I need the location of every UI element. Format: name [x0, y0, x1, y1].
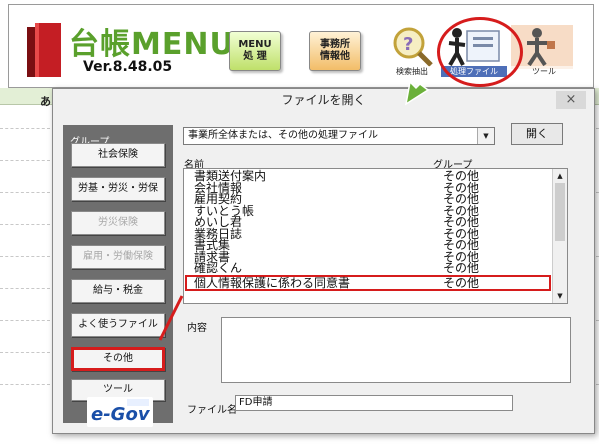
scroll-down-icon[interactable]: ▼	[553, 289, 567, 303]
group-button-labor[interactable]: 労基・労災・労保	[71, 177, 165, 201]
group-button-favorites[interactable]: よく使うファイル	[71, 313, 165, 337]
group-button-social-insurance[interactable]: 社会保険	[71, 143, 165, 167]
list-item[interactable]: 確認くん その他	[194, 261, 551, 275]
sheet-row-line	[0, 352, 50, 353]
list-item[interactable]: 書式集 その他	[194, 239, 551, 252]
group-button-workers-comp[interactable]: 労災保険	[71, 211, 165, 235]
sheet-row-line	[0, 384, 50, 385]
content-description-box	[221, 317, 571, 383]
book-logo-icon	[27, 23, 61, 77]
sheet-row-line	[0, 128, 50, 129]
list-item[interactable]: 書類送付案内 その他	[194, 170, 551, 183]
sheet-row-line	[0, 160, 50, 161]
filename-input[interactable]: FD申請	[235, 395, 513, 411]
file-group: その他	[443, 275, 480, 290]
sheet-row-line	[0, 192, 50, 193]
group-button-employment[interactable]: 雇用・労働保険	[71, 245, 165, 269]
file-name: 確認くん	[194, 261, 243, 275]
app-header: 台帳MENU Ver.8.48.05 MENU 処 理 事務所 情報他 ? 検索…	[8, 4, 594, 88]
file-group: その他	[443, 261, 480, 275]
open-file-dialog: ファイルを開く × グループ 社会保険 労基・労災・労保 労災保険 雇用・労働保…	[52, 88, 595, 434]
app-title: 台帳MENU	[69, 27, 235, 62]
close-icon: ×	[565, 92, 577, 107]
scroll-up-icon[interactable]: ▲	[553, 169, 567, 183]
menu-process-button[interactable]: MENU 処 理	[229, 31, 281, 71]
dialog-title: ファイルを開く	[53, 89, 594, 111]
sheet-row-line	[0, 320, 50, 321]
svg-text:e-Gov: e-Gov	[91, 404, 151, 425]
file-list-rows: 書類送付案内 その他 会社情報 その他 雇用契約 その他 すいとう帳 その他 めいし君そ…	[185, 170, 551, 291]
app-version: Ver.8.48.05	[83, 59, 173, 75]
sheet-row-line	[0, 256, 50, 257]
list-item[interactable]: 業務日誌 その他	[194, 228, 551, 241]
group-panel: グループ 社会保険 労基・労災・労保 労災保険 雇用・労働保険 給与・税金 よく…	[63, 125, 173, 423]
green-arrow-icon	[404, 65, 439, 106]
sheet-row-line	[0, 288, 50, 289]
list-item[interactable]: すいとう帳 その他	[194, 205, 551, 218]
scroll-thumb[interactable]	[555, 183, 565, 241]
group-button-other[interactable]: その他	[71, 347, 165, 371]
highlight-oval	[437, 17, 523, 87]
open-button[interactable]: 開く	[511, 123, 563, 145]
tool-label: ツール	[511, 66, 577, 77]
sheet-column-letter: あ	[40, 95, 51, 108]
office-info-button[interactable]: 事務所 情報他	[309, 31, 361, 71]
menu-process-label: MENU 処 理	[238, 39, 272, 62]
category-select[interactable]: 事業所全体または、その他の処理ファイル ▼	[183, 127, 495, 145]
chevron-down-icon[interactable]: ▼	[477, 128, 494, 144]
filename-label: ファイル名	[187, 405, 237, 416]
list-item-highlighted[interactable]: 個人情報保護に係わる同意書 その他	[185, 274, 551, 291]
svg-text:?: ?	[403, 34, 413, 55]
sheet-row-line	[0, 224, 50, 225]
close-button[interactable]: ×	[556, 91, 586, 109]
list-item[interactable]: 請求書 その他	[194, 251, 551, 264]
office-info-label: 事務所 情報他	[320, 39, 350, 62]
list-item[interactable]: めいし君 その他	[194, 216, 551, 229]
file-name: 個人情報保護に係わる同意書	[194, 275, 351, 290]
category-select-value: 事業所全体または、その他の処理ファイル	[188, 130, 378, 141]
content-label: 内容	[187, 323, 207, 334]
egov-logo[interactable]: e-Gov	[87, 397, 153, 427]
magnifier-icon: ?	[393, 27, 433, 67]
list-item[interactable]: 会社情報 その他	[194, 182, 551, 195]
file-list[interactable]: 書類送付案内 その他 会社情報 その他 雇用契約 その他 すいとう帳 その他 めいし君そ…	[183, 168, 568, 304]
file-list-scrollbar[interactable]: ▲ ▼	[552, 169, 567, 303]
group-button-payroll-tax[interactable]: 給与・税金	[71, 279, 165, 303]
